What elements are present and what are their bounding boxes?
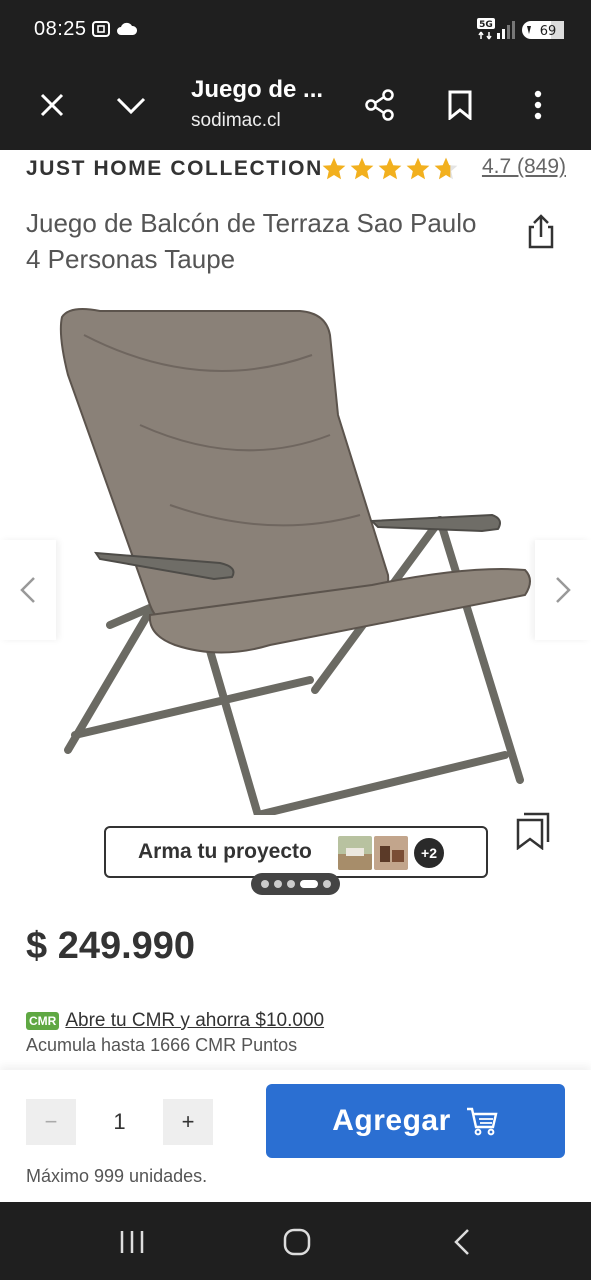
cmr-offer: CMR Abre tu CMR y ahorra $10.000 bbox=[26, 1008, 324, 1034]
back-icon bbox=[454, 1229, 469, 1255]
product-image-chair bbox=[59, 308, 531, 815]
cmr-offer-link[interactable]: Abre tu CMR y ahorra $10.000 bbox=[65, 1010, 324, 1032]
bookmark-icon bbox=[448, 90, 472, 120]
product-title: Juego de Balcón de Terraza Sao Paulo 4 P… bbox=[26, 208, 477, 274]
brand-name[interactable]: JUST HOME COLLECTION bbox=[26, 157, 323, 181]
quantity-increase-button[interactable]: + bbox=[163, 1099, 213, 1145]
chevron-right-icon bbox=[556, 577, 571, 603]
network-5g-icon: 5G bbox=[476, 17, 498, 46]
carousel-dot[interactable] bbox=[273, 880, 282, 888]
carousel-pagination bbox=[251, 873, 340, 895]
carousel-prev-button[interactable] bbox=[0, 540, 56, 640]
share-page-button[interactable] bbox=[357, 82, 403, 128]
carousel-dot[interactable] bbox=[322, 880, 331, 888]
cloud-icon bbox=[116, 20, 138, 43]
status-time: 08:25 bbox=[34, 18, 87, 40]
carousel-dot[interactable] bbox=[299, 880, 318, 888]
signal-icon bbox=[496, 20, 516, 45]
rating-stars bbox=[321, 156, 459, 182]
star-full-icon bbox=[350, 157, 374, 180]
chevron-down-icon bbox=[116, 97, 146, 115]
more-projects-badge: +2 bbox=[412, 836, 446, 870]
more-options-button[interactable] bbox=[515, 82, 561, 128]
home-button[interactable] bbox=[277, 1222, 317, 1262]
chevron-left-icon bbox=[20, 577, 35, 603]
quantity-decrease-button[interactable]: − bbox=[26, 1099, 76, 1145]
recent-apps-icon bbox=[120, 1231, 144, 1253]
max-units-note: Máximo 999 unidades. bbox=[26, 1166, 208, 1186]
carousel-dot[interactable] bbox=[286, 880, 295, 888]
build-project-label: Arma tu proyecto bbox=[138, 840, 312, 863]
battery-icon: 69 bbox=[521, 20, 567, 45]
more-vert-icon bbox=[534, 90, 542, 120]
share-icon bbox=[365, 89, 394, 121]
carousel-next-button[interactable] bbox=[535, 540, 591, 640]
quantity-value[interactable]: 1 bbox=[76, 1099, 163, 1145]
battery-level: 69 bbox=[540, 24, 557, 39]
star-full-icon bbox=[322, 157, 346, 180]
system-navigation-bar bbox=[0, 1202, 591, 1280]
share-product-button[interactable] bbox=[522, 213, 560, 251]
close-icon bbox=[40, 93, 64, 117]
back-button[interactable] bbox=[442, 1222, 482, 1262]
cmr-points-text: Acumula hasta 1666 CMR Puntos bbox=[26, 1035, 298, 1055]
rating-link[interactable]: 4.7 (849) bbox=[482, 155, 566, 179]
project-thumbnail-2 bbox=[374, 836, 408, 870]
star-partial-icon bbox=[434, 157, 458, 180]
build-project-button[interactable]: Arma tu proyecto +2 bbox=[104, 826, 488, 878]
cmr-badge: CMR bbox=[26, 1012, 60, 1030]
page-url: sodimac.cl bbox=[191, 110, 281, 131]
share-upload-icon bbox=[528, 214, 554, 249]
cart-icon bbox=[466, 1107, 498, 1136]
page-title: Juego de ... bbox=[191, 76, 324, 103]
status-bar: 08:25 5G 69 bbox=[0, 0, 591, 60]
minimize-button[interactable] bbox=[108, 82, 154, 128]
project-thumbnail-1 bbox=[338, 836, 372, 870]
product-price: $ 249.990 bbox=[26, 925, 196, 967]
screenshot-notification-icon bbox=[90, 18, 112, 45]
recent-apps-button[interactable] bbox=[112, 1222, 152, 1262]
bookmark-page-button[interactable] bbox=[437, 82, 483, 128]
close-button[interactable] bbox=[29, 82, 75, 128]
browser-toolbar: Juego de ... sodimac.cl bbox=[0, 60, 591, 150]
brand-rating-row: JUST HOME COLLECTION 4.7 (849) bbox=[26, 152, 566, 188]
carousel-dot[interactable] bbox=[260, 880, 269, 888]
star-full-icon bbox=[378, 157, 402, 180]
product-image-carousel[interactable] bbox=[0, 295, 591, 895]
add-to-cart-label: Agregar bbox=[332, 1104, 451, 1137]
purchase-panel: − 1 + Agregar Máximo 999 unidades. bbox=[0, 1070, 591, 1202]
svg-text:5G: 5G bbox=[479, 20, 493, 30]
add-to-cart-button[interactable]: Agregar bbox=[266, 1084, 565, 1158]
save-to-list-button[interactable] bbox=[515, 812, 551, 851]
home-icon bbox=[283, 1228, 311, 1256]
bookmark-stack-icon bbox=[516, 812, 550, 851]
star-full-icon bbox=[406, 157, 430, 180]
